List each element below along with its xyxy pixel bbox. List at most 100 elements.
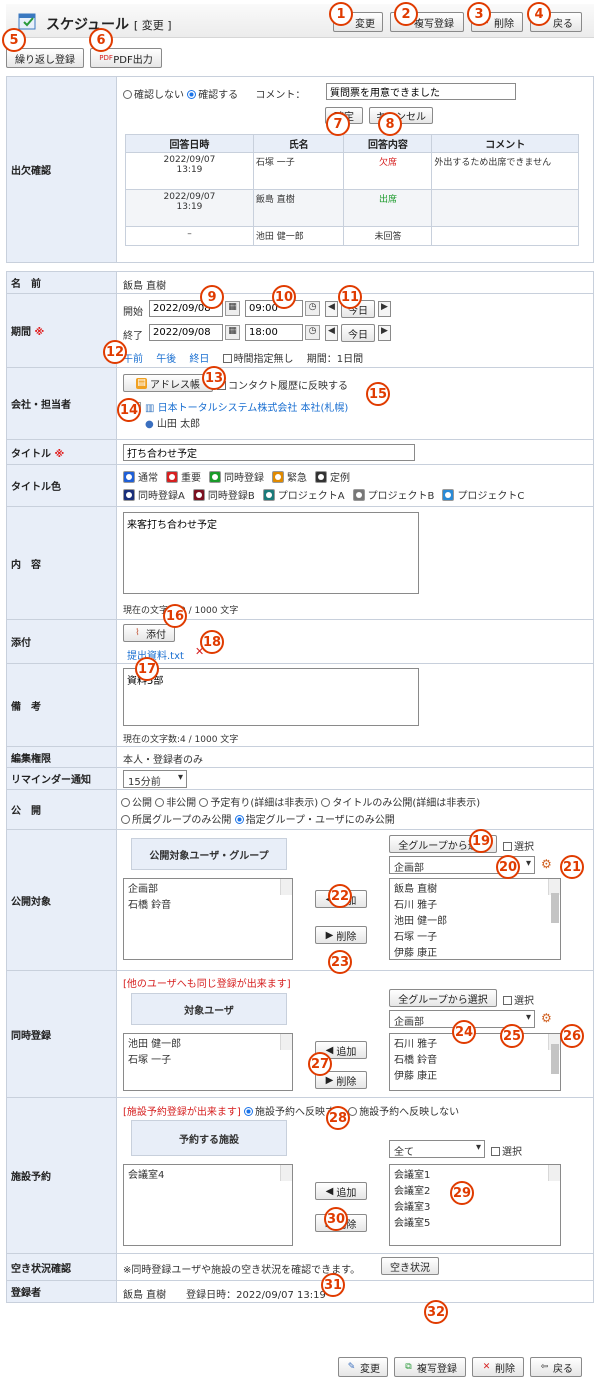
title-color-option[interactable]: 同時登録 xyxy=(209,471,264,484)
copy-button-bottom[interactable]: ⧉ 複写登録 xyxy=(394,1357,466,1377)
content-textarea[interactable]: 来客打ち合わせ予定 xyxy=(123,512,419,594)
color-swatch-icon xyxy=(209,471,221,483)
facility-add-button[interactable]: ◀ 追加 xyxy=(315,1182,367,1200)
title-color-option[interactable]: プロジェクトC xyxy=(442,489,524,502)
publish-candidate-list[interactable]: 飯島 直樹 石川 雅子 池田 健一郎 石塚 一子 伊藤 康正 xyxy=(389,878,561,960)
company-link[interactable]: 日本トータルシステム株式会社 本社(札幌) xyxy=(158,403,349,414)
title-color-label-text: プロジェクトB xyxy=(367,491,435,502)
group-settings-icon[interactable]: ⚙ xyxy=(541,857,552,871)
list-item[interactable]: 飯島 直樹 xyxy=(390,879,560,895)
callout-badge: 18 xyxy=(200,630,224,654)
edit-perm-value: 本人・登録者のみ xyxy=(123,755,203,766)
concurrent-select-checkbox[interactable] xyxy=(503,996,512,1005)
back-button-bottom[interactable]: ⇦ 戻る xyxy=(530,1357,582,1377)
scrollbar[interactable] xyxy=(280,1034,292,1050)
radio-private[interactable] xyxy=(155,798,165,807)
attendance-section: 出欠確認 確認しない 確認する コメント： 確定 キャンセル 回答日時 氏名 回… xyxy=(6,76,594,263)
callout-badge: 5 xyxy=(2,28,26,52)
color-swatch-icon xyxy=(442,489,455,501)
list-item[interactable]: 企画部 xyxy=(124,879,292,895)
scrollbar[interactable] xyxy=(548,879,560,923)
concurrent-selected-list[interactable]: 池田 健一郎 石塚 一子 xyxy=(123,1033,293,1091)
title-color-option[interactable]: プロジェクトA xyxy=(262,489,345,502)
comment-input[interactable] xyxy=(326,83,516,100)
reminder-select[interactable]: 15分前 xyxy=(123,770,187,788)
list-item[interactable]: 会議室2 xyxy=(390,1181,560,1197)
back-arrow-icon: ⇦ xyxy=(540,1361,549,1372)
delete-button-bottom[interactable]: ✕ 削除 xyxy=(472,1357,524,1377)
list-item[interactable]: 池田 健一郎 xyxy=(124,1034,292,1050)
title-color-option[interactable]: 同時登録B xyxy=(192,489,255,502)
radio-specified[interactable] xyxy=(234,815,244,824)
address-book-button[interactable]: ▤ アドレス帳 xyxy=(123,374,213,392)
allday-link[interactable]: 終日 xyxy=(189,354,209,365)
next-day-arrow-icon[interactable]: ▶ xyxy=(378,325,391,341)
prev-day-arrow-icon[interactable]: ◀ xyxy=(325,301,338,317)
list-item[interactable]: 会議室3 xyxy=(390,1197,560,1213)
title-color-option[interactable]: 同時登録A xyxy=(123,489,185,502)
group-settings-icon[interactable]: ⚙ xyxy=(541,1011,552,1025)
radio-busy[interactable] xyxy=(199,798,209,807)
list-item[interactable]: 石橋 鈴音 xyxy=(124,895,292,911)
list-item[interactable]: 会議室4 xyxy=(124,1165,292,1181)
title-color-option[interactable]: 緊急 xyxy=(272,471,307,484)
title-input[interactable] xyxy=(123,444,415,461)
pm-link[interactable]: 午後 xyxy=(156,354,176,365)
list-item[interactable]: 会議室5 xyxy=(390,1213,560,1229)
change-button-bottom[interactable]: ✎ 変更 xyxy=(338,1357,388,1377)
right-arrow-icon: ▶ xyxy=(325,1074,334,1086)
radio-confirm[interactable] xyxy=(187,90,197,99)
table-row: – 池田 健一郎 未回答 xyxy=(125,226,579,246)
scrollbar[interactable] xyxy=(548,1034,560,1074)
scrollbar[interactable] xyxy=(548,1165,560,1181)
clock-icon[interactable]: ◷ xyxy=(305,301,320,316)
end-date-input[interactable] xyxy=(149,324,223,341)
publish-selected-list[interactable]: 企画部 石橋 鈴音 xyxy=(123,878,293,960)
radio-facility-reflect[interactable] xyxy=(244,1107,253,1116)
concurrent-candidate-list[interactable]: 石川 雅子 石橋 鈴音 伊藤 康正 xyxy=(389,1033,561,1091)
list-item[interactable]: 石塚 一子 xyxy=(124,1050,292,1066)
comment-label: コメント： xyxy=(255,90,306,101)
radio-no-confirm[interactable] xyxy=(123,90,132,99)
radio-public[interactable] xyxy=(121,798,130,807)
list-item[interactable]: 石塚 一子 xyxy=(390,927,560,943)
publish-select-checkbox[interactable] xyxy=(503,842,512,851)
radio-own-group[interactable] xyxy=(121,815,130,824)
edit-perm-label: 編集権限 xyxy=(6,746,117,768)
facility-selected-list[interactable]: 会議室4 xyxy=(123,1164,293,1246)
list-item[interactable]: 会議室1 xyxy=(390,1165,560,1181)
remarks-textarea[interactable]: 資料5部 xyxy=(123,668,419,726)
no-time-checkbox[interactable] xyxy=(222,354,232,363)
calendar-icon[interactable]: ▦ xyxy=(225,325,240,340)
contact-history-label: コンタクト履歴に反映する xyxy=(228,381,348,392)
title-color-label-text: 同時登録B xyxy=(207,491,255,502)
scrollbar[interactable] xyxy=(280,879,292,895)
list-item[interactable]: 石橋 鈴音 xyxy=(390,1050,560,1066)
title-color-option[interactable]: 通常 xyxy=(123,471,158,484)
attach-button[interactable]: ⌇ 添付 xyxy=(123,624,175,642)
radio-title-only[interactable] xyxy=(321,798,331,807)
publish-remove-button[interactable]: ▶ 削除 xyxy=(315,926,367,944)
facility-select-checkbox[interactable] xyxy=(491,1147,500,1156)
clock-icon[interactable]: ◷ xyxy=(305,325,320,340)
next-day-arrow-icon[interactable]: ▶ xyxy=(378,301,391,317)
title-color-option[interactable]: プロジェクトB xyxy=(352,489,435,502)
prev-day-arrow-icon[interactable]: ◀ xyxy=(325,325,338,341)
scrollbar[interactable] xyxy=(280,1165,292,1181)
concurrent-all-groups-button[interactable]: 全グループから選択 xyxy=(389,989,497,1007)
title-color-option[interactable]: 重要 xyxy=(166,471,201,484)
availability-button[interactable]: 空き状況 xyxy=(381,1257,439,1275)
end-today-button[interactable]: 今日 xyxy=(341,324,375,342)
list-item[interactable]: 池田 健一郎 xyxy=(390,911,560,927)
facility-candidate-list[interactable]: 会議室1 会議室2 会議室3 会議室5 xyxy=(389,1164,561,1246)
title-color-option[interactable]: 定例 xyxy=(315,471,350,484)
facility-filter-select[interactable]: 全て xyxy=(389,1140,485,1158)
calendar-icon[interactable]: ▦ xyxy=(225,301,240,316)
end-time-input[interactable] xyxy=(245,324,303,341)
list-item[interactable]: 伊藤 康正 xyxy=(390,1066,560,1082)
list-item[interactable]: 伊藤 康正 xyxy=(390,943,560,959)
title-color-label-text: 定例 xyxy=(330,473,350,484)
publish-select-label: 選択 xyxy=(514,842,534,853)
list-item[interactable]: 石川 雅子 xyxy=(390,895,560,911)
concurrent-note: [他のユーザへも同じ登録が出来ます] xyxy=(123,979,291,990)
